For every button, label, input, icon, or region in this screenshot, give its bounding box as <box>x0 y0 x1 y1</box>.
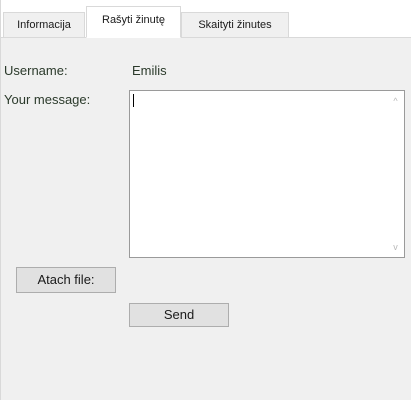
app-window: Informacija Skaityti žinutes Rašyti žinu… <box>0 0 411 400</box>
message-textarea[interactable]: ^ v <box>129 90 405 258</box>
tab-rasyti-zinute[interactable]: Rašyti žinutę <box>86 6 181 38</box>
message-label: Your message: <box>4 92 91 107</box>
text-caret <box>133 94 134 107</box>
message-scrollbar[interactable]: ^ v <box>387 91 404 257</box>
send-button[interactable]: Send <box>129 303 229 327</box>
tab-skaityti-zinutes[interactable]: Skaityti žinutes <box>181 12 289 38</box>
scroll-down-icon[interactable]: v <box>387 240 404 254</box>
tab-strip: Informacija Skaityti žinutes Rašyti žinu… <box>1 0 411 38</box>
attach-file-button[interactable]: Atach file: <box>16 267 116 293</box>
username-value: Emilis <box>132 63 167 78</box>
scroll-up-icon[interactable]: ^ <box>387 94 404 108</box>
tab-informacija[interactable]: Informacija <box>3 12 85 38</box>
username-label: Username: <box>4 63 68 78</box>
